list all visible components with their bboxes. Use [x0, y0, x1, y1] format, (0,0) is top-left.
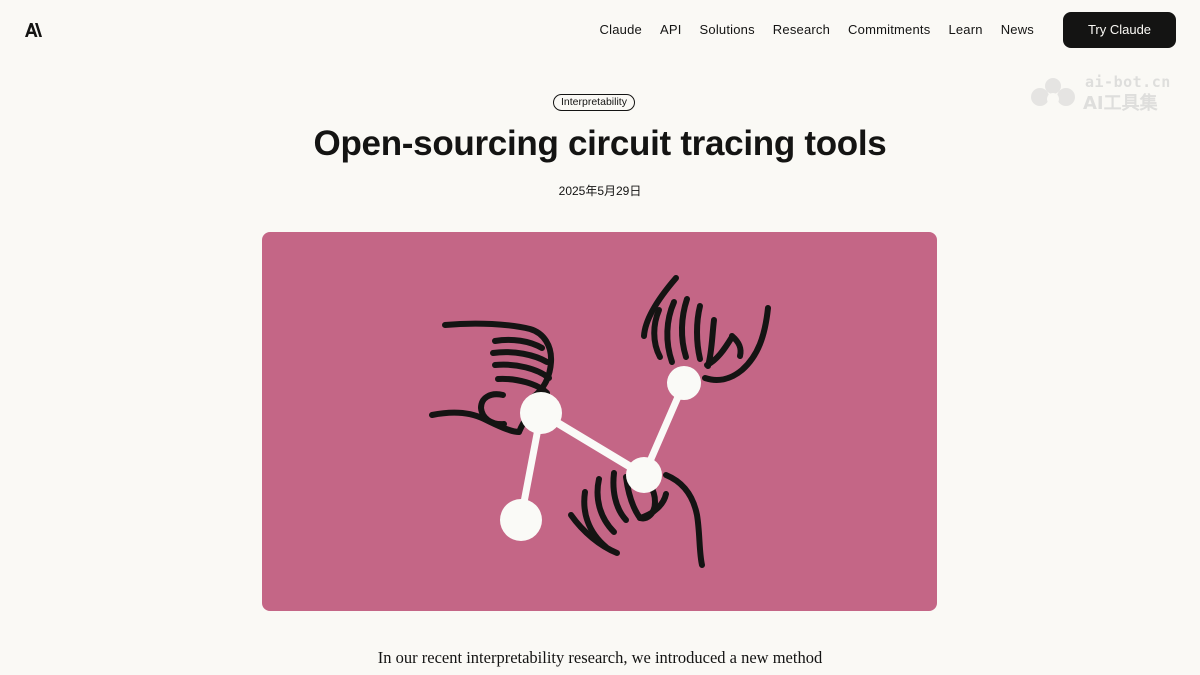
- article-title: Open-sourcing circuit tracing tools: [313, 124, 887, 163]
- nav-claude[interactable]: Claude: [600, 22, 642, 38]
- main-nav: Claude API Solutions Research Commitment…: [600, 22, 1034, 38]
- anthropic-logo-icon[interactable]: [24, 22, 42, 38]
- site-header: Claude API Solutions Research Commitment…: [0, 0, 1200, 62]
- publish-date: 2025年5月29日: [558, 184, 642, 198]
- nav-learn[interactable]: Learn: [948, 22, 982, 38]
- hands-network-illustration: [429, 275, 771, 568]
- top-right-hand-drawing: [641, 275, 771, 383]
- ai-bot-logo-icon: [1031, 78, 1075, 106]
- node-top-right: [667, 366, 701, 400]
- nav-commitments[interactable]: Commitments: [848, 22, 930, 38]
- page: Claude API Solutions Research Commitment…: [0, 0, 1200, 675]
- node-bottom-left: [500, 499, 542, 541]
- nav-api[interactable]: API: [660, 22, 682, 38]
- watermark-name: AI工具集: [1083, 93, 1158, 114]
- node-center-right: [626, 457, 662, 493]
- nav-solutions[interactable]: Solutions: [700, 22, 755, 38]
- hero-illustration: [262, 232, 937, 611]
- nav-research[interactable]: Research: [773, 22, 830, 38]
- nav-news[interactable]: News: [1001, 22, 1034, 38]
- category-tag[interactable]: Interpretability: [553, 94, 635, 111]
- article-lead-paragraph: In our recent interpretability research,…: [377, 648, 823, 667]
- node-center-left: [520, 392, 562, 434]
- try-claude-button[interactable]: Try Claude: [1063, 12, 1176, 48]
- watermark: ai-bot.cn AI工具集: [1028, 73, 1178, 114]
